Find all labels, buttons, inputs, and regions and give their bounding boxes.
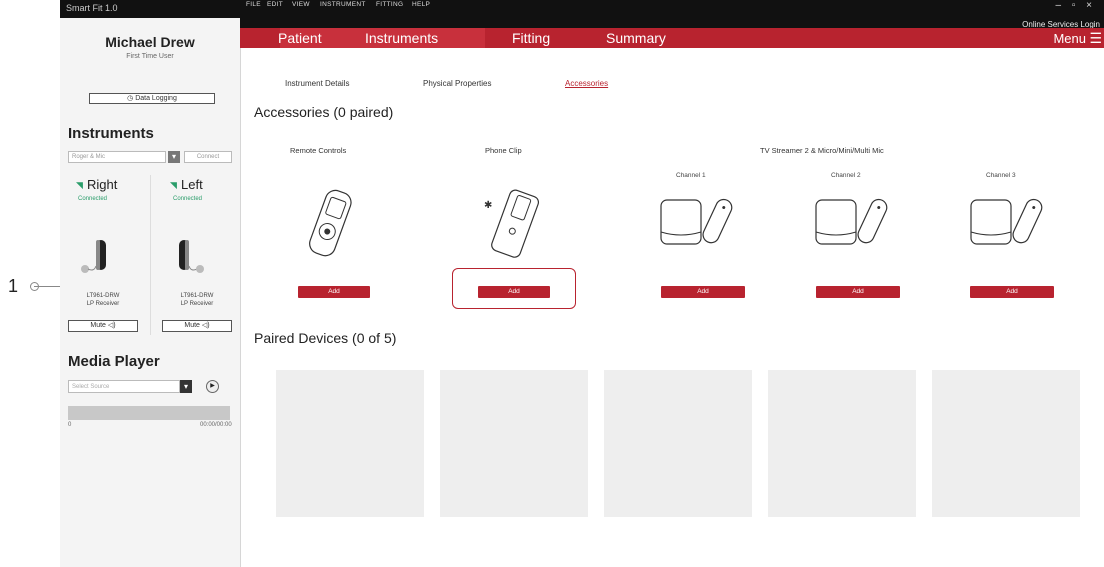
left-model-name: LT961-DRW: [180, 293, 214, 299]
source-select[interactable]: Select Source: [68, 380, 180, 393]
subtab-accessories[interactable]: Accessories: [565, 79, 608, 88]
channel-3-label: Channel 3: [986, 172, 1016, 179]
channel-2-label: Channel 2: [831, 172, 861, 179]
mode-select[interactable]: Roger & Mic: [68, 151, 166, 163]
right-ear-status: Connected: [78, 196, 108, 202]
media-progress-bar[interactable]: [68, 406, 230, 420]
menu-view[interactable]: VIEW: [292, 1, 310, 8]
window-controls[interactable]: – ▫ ×: [1055, 0, 1096, 11]
remote-controls-label: Remote Controls: [290, 146, 347, 155]
add-channel-2-button[interactable]: Add: [816, 286, 900, 298]
patient-status: First Time User: [126, 53, 174, 60]
tab-instruments[interactable]: Instruments: [365, 28, 438, 48]
menu-file[interactable]: FILE: [246, 1, 261, 8]
add-channel-1-button[interactable]: Add: [661, 286, 745, 298]
chevron-down-icon[interactable]: ▾: [168, 151, 180, 163]
left-receiver: LP Receiver: [180, 301, 214, 307]
subtab-physical-properties[interactable]: Physical Properties: [423, 79, 491, 88]
paired-device-slot: [604, 370, 752, 517]
right-mute-button[interactable]: Mute ◁): [68, 320, 138, 332]
tv-streamer-mic-icon: [970, 198, 1043, 245]
right-ear-label: Right: [87, 177, 118, 192]
menu-help[interactable]: HELP: [412, 1, 430, 8]
right-mute-label: Mute: [90, 322, 106, 329]
tv-streamer-label: TV Streamer 2 & Micro/Mini/Multi Mic: [760, 146, 884, 155]
subtab-instrument-details[interactable]: Instrument Details: [285, 79, 349, 88]
chevron-down-icon[interactable]: ▾: [180, 380, 192, 393]
phone-clip-label: Phone Clip: [485, 146, 522, 155]
patient-name: Michael Drew: [105, 34, 195, 50]
app-title: Smart Fit 1.0: [66, 3, 118, 13]
title-bar: Smart Fit 1.0 – ▫ ×: [60, 0, 1104, 18]
menu-button[interactable]: Menu: [1053, 31, 1086, 46]
left-hearing-aid-icon: [179, 240, 204, 273]
wireless-icon: ◥: [170, 180, 177, 190]
left-ear-label: Left: [181, 177, 203, 192]
callout-number: 1: [8, 276, 19, 296]
time-start: 0: [68, 422, 72, 428]
paired-devices-heading: Paired Devices (0 of 5): [254, 330, 397, 346]
right-model-name: LT961-DRW: [86, 293, 120, 299]
phone-clip-icon: ✱: [484, 189, 540, 258]
add-channel-3-button[interactable]: Add: [970, 286, 1054, 298]
app-window: Smart Fit 1.0 – ▫ × Michael Drew First T…: [60, 0, 1104, 567]
paired-device-slot: [440, 370, 588, 517]
add-remote-control-button[interactable]: Add: [298, 286, 370, 298]
right-receiver: LP Receiver: [86, 301, 120, 307]
left-mute-button[interactable]: Mute ◁): [162, 320, 232, 332]
left-mute-label: Mute: [184, 322, 200, 329]
connect-button[interactable]: Connect: [184, 151, 232, 163]
menu-edit[interactable]: EDIT: [267, 1, 283, 8]
right-hearing-aid-icon: [81, 240, 106, 273]
tab-summary[interactable]: Summary: [606, 28, 666, 48]
paired-device-slot: [932, 370, 1080, 517]
media-player-heading: Media Player: [68, 353, 160, 370]
paired-device-slot: [768, 370, 916, 517]
tv-streamer-mic-icon: [815, 198, 888, 245]
ear-divider: [150, 175, 151, 335]
tv-streamer-mic-icon: [660, 198, 733, 245]
right-model: LT961-DRW LP Receiver: [68, 292, 138, 308]
speaker-icon: ◁): [201, 322, 210, 329]
paired-device-slot: [276, 370, 424, 517]
channel-1-label: Channel 1: [676, 172, 706, 179]
tab-patient[interactable]: Patient: [278, 28, 322, 48]
data-logging-button[interactable]: ◷ Data Logging: [89, 93, 215, 104]
hamburger-icon[interactable]: ☰: [1089, 30, 1102, 47]
accessories-heading: Accessories (0 paired): [254, 104, 394, 120]
menu-instrument[interactable]: INSTRUMENT: [320, 1, 366, 8]
clock-icon: ◷: [127, 95, 136, 102]
time-total: 00:00/00:00: [200, 422, 232, 428]
menu-bar: [240, 18, 1104, 28]
data-logging-label: Data Logging: [135, 95, 177, 102]
svg-text:✱: ✱: [484, 200, 492, 211]
tab-fitting[interactable]: Fitting: [512, 28, 550, 48]
left-model: LT961-DRW LP Receiver: [162, 292, 232, 308]
remote-control-icon: [309, 189, 352, 257]
play-icon[interactable]: ▶: [206, 380, 219, 393]
left-ear-status: Connected: [173, 196, 203, 202]
speaker-icon: ◁): [107, 322, 116, 329]
wireless-icon: ◥: [76, 180, 83, 190]
instruments-heading: Instruments: [68, 125, 154, 142]
menu-fitting[interactable]: FITTING: [376, 1, 403, 8]
callout-highlight: [452, 268, 576, 309]
